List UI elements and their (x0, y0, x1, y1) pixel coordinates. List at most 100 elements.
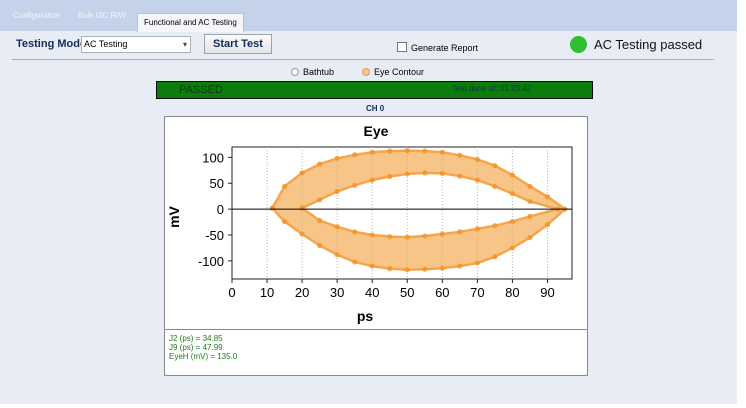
outer-contour-point (281, 183, 288, 189)
radio-selected-icon (362, 68, 370, 76)
testing-mode-label: Testing Mode (16, 38, 87, 50)
outer-contour-point (474, 156, 480, 163)
outer-contour-point (422, 266, 428, 272)
status-indicator-icon (570, 36, 587, 53)
inner-contour-point (404, 171, 410, 177)
x-tick-label: 70 (470, 285, 484, 300)
outer-contour-point (269, 205, 275, 211)
outer-contour-point (352, 259, 358, 265)
outer-contour-point (439, 149, 445, 155)
result-status: PASSED (179, 84, 223, 96)
outer-contour-point (457, 263, 463, 269)
x-tick-label: 10 (260, 285, 274, 300)
bathtub-label: Bathtub (303, 67, 335, 77)
testing-mode-value: AC Testing (84, 39, 128, 49)
app-window: Configuration Bulk I2C R/W Functional an… (0, 0, 737, 404)
tab-configuration[interactable]: Configuration (7, 8, 67, 24)
inner-contour-point (527, 213, 533, 219)
tab-bulk-i2c[interactable]: Bulk I2C R/W (72, 8, 132, 24)
outer-contour-point (404, 267, 410, 273)
outer-contour-point (439, 265, 445, 271)
outer-contour-point (509, 172, 516, 178)
y-tick-label: 100 (202, 150, 224, 165)
outer-contour-point (387, 266, 393, 272)
generate-report-checkbox[interactable]: Generate Report (397, 42, 478, 53)
outer-contour-point (281, 218, 288, 225)
y-tick-label: 50 (210, 176, 224, 191)
x-tick-label: 60 (435, 285, 449, 300)
inner-contour-point (457, 173, 463, 179)
eye-contour-label: Eye Contour (374, 67, 425, 77)
outer-contour-point (299, 170, 305, 176)
outer-contour-point (317, 242, 323, 248)
status-text: AC Testing passed (594, 37, 703, 52)
outer-contour-point (317, 161, 323, 167)
outer-contour-point (334, 155, 340, 161)
y-tick-label: 0 (217, 202, 224, 217)
x-tick-label: 0 (228, 285, 235, 300)
eye-contour-radio[interactable]: Eye Contour (362, 67, 424, 77)
chart-title: Eye (364, 123, 389, 139)
y-tick-label: -50 (205, 228, 224, 243)
inner-contour-point (317, 197, 323, 203)
inner-contour-point (334, 224, 340, 230)
outer-contour-point (369, 263, 375, 269)
x-axis-label: ps (357, 308, 374, 324)
inner-contour-point (387, 173, 393, 180)
radio-icon (291, 68, 299, 76)
inner-contour-point (457, 229, 463, 235)
y-tick-label: -100 (198, 254, 224, 269)
eye-chart: Eye ps mV 0 10 20 30 40 50 60 70 80 90 100 50 0 -50 -1… (166, 123, 573, 324)
inner-contour-point (492, 223, 498, 229)
outer-contour-point (492, 163, 498, 169)
y-axis-label: mV (166, 205, 182, 227)
inner-contour-point (509, 190, 516, 197)
outer-contour-point (334, 252, 340, 258)
inner-contour-point (369, 232, 375, 238)
inner-contour-point (492, 183, 498, 189)
outer-contour-point (527, 234, 533, 241)
inner-contour-point (474, 226, 480, 232)
inner-contour-point (474, 177, 480, 183)
inner-contour-point (352, 182, 358, 188)
inner-contour-point (334, 188, 340, 195)
outer-contour-point (544, 194, 551, 200)
channel-label: CH 0 (366, 104, 385, 113)
metric-eyeh: EyeH (mV) = 135.0 (169, 352, 238, 361)
inner-contour-point (439, 170, 445, 176)
inner-contour-point (369, 177, 375, 183)
eye-chart-panel: Eye ps mV 0 10 20 30 40 50 60 70 80 90 100 50 0 -50 -1… (164, 116, 588, 330)
outer-contour-point (352, 152, 358, 158)
outer-contour-point (544, 222, 551, 228)
testing-mode-select[interactable]: AC Testing ▾ (81, 36, 191, 53)
outer-contour-point (474, 260, 480, 266)
outer-contour-point (387, 148, 393, 154)
checkbox-icon (397, 42, 407, 52)
chevron-down-icon: ▾ (182, 40, 187, 49)
tab-functional-ac-testing[interactable]: Functional and AC Testing (137, 13, 244, 32)
outer-contour-point (422, 148, 428, 154)
generate-report-label: Generate Report (411, 43, 479, 53)
metrics-panel: J2 (ps) = 34.85 J9 (ps) = 47.99 EyeH (mV… (164, 330, 588, 376)
outer-contour-point (492, 254, 498, 260)
divider (12, 59, 714, 60)
tab-bar: Configuration Bulk I2C R/W Functional an… (0, 0, 737, 32)
bathtub-radio[interactable]: Bathtub (291, 67, 334, 77)
inner-contour-point (422, 170, 428, 176)
inner-contour-point (404, 234, 410, 240)
outer-contour-point (527, 183, 533, 189)
inner-contour-point (509, 218, 516, 225)
result-bar: PASSED Test done at: 01:23:42 (156, 81, 593, 99)
start-test-button[interactable]: Start Test (204, 34, 272, 54)
outer-contour-point (369, 149, 375, 155)
inner-contour-point (387, 233, 393, 240)
metric-j2: J2 (ps) = 34.85 (169, 334, 223, 343)
inner-contour-point (422, 233, 428, 239)
x-tick-label: 80 (505, 285, 519, 300)
inner-contour-point (439, 231, 445, 237)
test-done-time: Test done at: 01:23:42 (452, 84, 532, 93)
metric-j9: J9 (ps) = 47.99 (169, 343, 223, 352)
inner-contour-point (299, 205, 305, 211)
inner-contour-point (527, 198, 533, 204)
inner-contour-point (352, 229, 358, 235)
